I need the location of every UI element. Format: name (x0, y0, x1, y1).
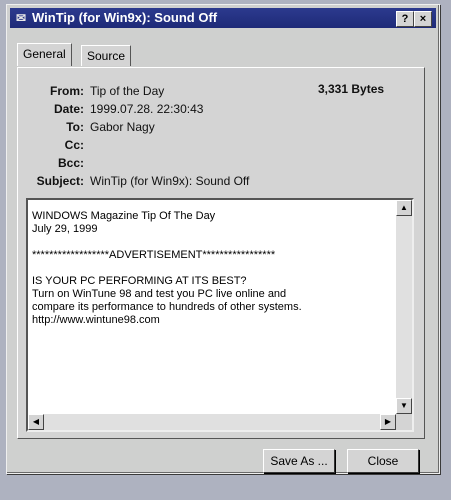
date-value: 1999.07.28. 22:30:43 (90, 102, 204, 116)
tab-general[interactable]: General (17, 43, 72, 66)
title-bar: ✉ WinTip (for Win9x): Sound Off ? × (10, 8, 436, 28)
envelope-icon: ✉ (15, 11, 27, 25)
message-body-text: WINDOWS Magazine Tip Of The Day July 29,… (32, 210, 302, 326)
from-value: Tip of the Day (90, 84, 165, 98)
scrollbar-corner (396, 414, 412, 430)
message-body-box[interactable]: WINDOWS Magazine Tip Of The Day July 29,… (26, 198, 414, 432)
subject-value: WinTip (for Win9x): Sound Off (90, 174, 250, 188)
date-label: Date: (53, 102, 84, 116)
cc-label: Cc: (64, 138, 84, 152)
window-title: WinTip (for Win9x): Sound Off (32, 10, 218, 25)
save-as-button[interactable]: Save As ... (263, 449, 335, 473)
from-label: From: (50, 84, 84, 98)
tab-source[interactable]: Source (81, 45, 132, 66)
close-window-button[interactable]: × (414, 11, 432, 27)
scroll-down-arrow-icon[interactable]: ▼ (396, 398, 412, 414)
subject-label: Subject: (36, 174, 84, 188)
message-properties-window: ✉ WinTip (for Win9x): Sound Off ? × Gene… (6, 4, 440, 474)
scroll-up-arrow-icon[interactable]: ▲ (396, 200, 412, 216)
message-size: 3,331 Bytes (318, 82, 385, 96)
close-button[interactable]: Close (347, 449, 419, 473)
to-label: To: (66, 120, 84, 134)
general-panel: From: Tip of the Day 3,331 Bytes Date: 1… (17, 67, 425, 439)
scroll-left-arrow-icon[interactable]: ◀ (28, 414, 44, 430)
horizontal-scrollbar[interactable]: ◀ ▶ (28, 414, 396, 430)
vertical-scrollbar[interactable]: ▲ ▼ (396, 200, 412, 414)
to-value: Gabor Nagy (90, 120, 155, 134)
scroll-right-arrow-icon[interactable]: ▶ (380, 414, 396, 430)
bcc-label: Bcc: (57, 156, 84, 170)
help-button[interactable]: ? (396, 11, 414, 27)
